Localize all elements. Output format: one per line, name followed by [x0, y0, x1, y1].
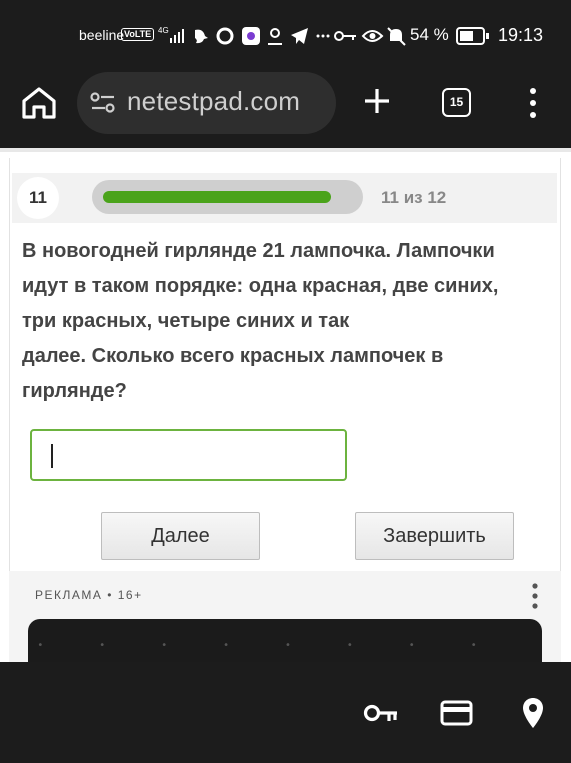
clock: 19:13: [498, 25, 544, 45]
autofill-bar: [0, 662, 571, 763]
home-icon[interactable]: [20, 86, 58, 120]
question-line: В новогодней гирлянде 21 лампочка. Лампо…: [22, 240, 495, 262]
ad-loading-dots: ••••••••: [37, 640, 533, 651]
url-text[interactable]: netestpad.com: [127, 86, 300, 117]
tune-icon[interactable]: [90, 91, 116, 115]
bell-off-icon: [387, 27, 406, 46]
eye-icon: [361, 30, 384, 42]
text-caret: [51, 444, 53, 468]
telegram-icon: [291, 28, 308, 44]
location-icon: [268, 28, 282, 45]
card-border-right: [560, 158, 561, 576]
ad-banner[interactable]: ••••••••: [28, 619, 542, 662]
question-number-badge: 11: [17, 177, 59, 219]
ad-label: РЕКЛАМА • 16+: [35, 588, 143, 602]
bird-icon: [195, 29, 208, 44]
divider: [0, 148, 571, 152]
app-icon: [242, 27, 260, 45]
browser-toolbar: netestpad.com 15: [0, 72, 571, 148]
plus-icon[interactable]: [362, 86, 392, 116]
question-line: гирлянде?: [22, 380, 127, 402]
chat-icon: [216, 27, 234, 45]
question-line: три красных, четыре синих и так: [22, 310, 350, 332]
tabs-icon[interactable]: 15: [442, 88, 471, 117]
key-icon[interactable]: [363, 702, 399, 724]
address-bar[interactable]: netestpad.com: [77, 72, 336, 134]
answer-input[interactable]: [30, 429, 347, 481]
progress-text: 11 из 12: [381, 188, 447, 207]
progress-fill: [103, 191, 331, 203]
status-bar: beeline VoLTE 4G 54 % 19:13: [0, 0, 571, 72]
question-header: 11 11 из 12: [12, 173, 557, 223]
question-text: В новогодней гирлянде 21 лампочка. Лампо…: [22, 234, 557, 409]
progress-bar: [92, 180, 363, 214]
signal-icon: 4G: [158, 26, 184, 43]
volte-badge: VoLTE: [121, 28, 155, 41]
question-line: идут в таком порядке: одна красная, две …: [22, 275, 499, 297]
key-icon: [334, 31, 356, 41]
ad-section: РЕКЛАМА • 16+ ••••••••: [9, 571, 561, 662]
web-content: 11 11 из 12 В новогодней гирлянде 21 лам…: [0, 148, 571, 662]
status-icons: 4G: [158, 26, 406, 46]
card-border-left: [9, 158, 10, 576]
battery-icon: [456, 27, 489, 45]
battery-percent: 54 %: [410, 25, 449, 44]
more-icon: [316, 34, 330, 38]
svg-text:4G: 4G: [158, 26, 169, 35]
next-button[interactable]: Далее: [101, 512, 260, 560]
credit-card-icon[interactable]: [440, 700, 473, 726]
question-line: далее. Сколько всего красных лампочек в: [22, 345, 444, 367]
finish-button[interactable]: Завершить: [355, 512, 514, 560]
location-pin-icon[interactable]: [522, 697, 544, 729]
ad-options-icon[interactable]: [530, 582, 540, 610]
menu-icon[interactable]: [524, 86, 542, 120]
carrier-name: beeline: [79, 27, 125, 43]
